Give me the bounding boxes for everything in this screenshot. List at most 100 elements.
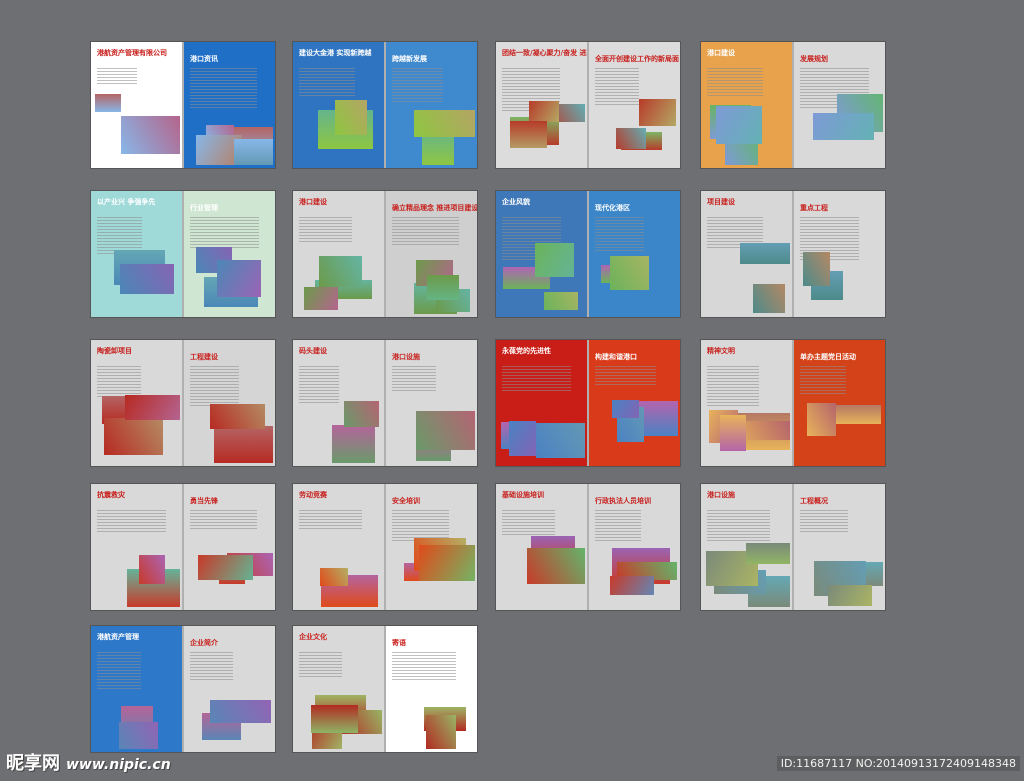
page-heading-left: 企业文化 (299, 633, 327, 641)
spread-gutter (792, 484, 794, 610)
brochure-spread: 港航资产管理 企业简介 (91, 626, 275, 752)
photo-placeholder (612, 400, 639, 418)
photo-placeholder (807, 403, 836, 436)
page-heading-right: 发展规划 (800, 55, 828, 63)
right-page: 勇当先锋 (184, 484, 275, 610)
photo-placeholder (217, 260, 261, 297)
body-text-block (392, 366, 436, 391)
spread-gutter (587, 191, 589, 317)
photo-placeholder (544, 292, 578, 310)
left-page: 基础设施培训 (496, 484, 587, 610)
photo-placeholder (746, 543, 790, 564)
photo-placeholder (304, 287, 338, 310)
brochure-spread: 码头建设 港口设施 (293, 340, 477, 466)
image-id-label: ID:11687117 NO:20140913172409148348 (776, 756, 1020, 771)
left-page: 劳动竞赛 (293, 484, 384, 610)
page-heading-right: 重点工程 (800, 204, 828, 212)
photo-placeholder (210, 700, 271, 723)
photo-placeholder (720, 415, 746, 451)
page-heading-right: 港口资讯 (190, 55, 218, 63)
spread-gutter (587, 340, 589, 466)
photo-placeholder (716, 106, 762, 144)
page-heading-left: 永葆党的先进性 (502, 347, 551, 355)
left-page: 抗震救灾 (91, 484, 182, 610)
photo-placeholder (121, 116, 180, 154)
photo-placeholder (104, 418, 163, 455)
page-heading-right: 跨越新发展 (392, 55, 427, 63)
body-text-block (190, 217, 259, 249)
photo-placeholder (414, 110, 475, 137)
photo-placeholder (509, 421, 536, 456)
page-heading-right: 确立精品理念 推进项目建设 (392, 204, 477, 212)
page-heading-left: 建设大金港 实现新跨越 (299, 49, 372, 57)
brochure-spread: 永葆党的先进性构建和谐港口 (496, 340, 680, 466)
left-page: 码头建设 (293, 340, 384, 466)
left-page: 企业风貌 (496, 191, 587, 317)
page-heading-left: 港口建设 (707, 49, 735, 57)
photo-placeholder (740, 243, 790, 264)
left-page: 港航资产管理有限公司 (91, 42, 182, 168)
photo-placeholder (125, 395, 180, 420)
photo-placeholder (813, 113, 874, 140)
photo-placeholder (198, 555, 253, 580)
right-page: 全面开创建设工作的新局面 (589, 42, 680, 168)
right-page: 构建和谐港口 (589, 340, 680, 466)
photo-placeholder (120, 264, 174, 294)
photo-placeholder (510, 121, 547, 148)
spread-gutter (182, 191, 184, 317)
body-text-block (707, 510, 770, 543)
spread-gutter (182, 484, 184, 610)
spread-gutter (587, 42, 589, 168)
photo-placeholder (610, 576, 654, 595)
page-heading-right: 工程概况 (800, 497, 828, 505)
left-page: 港口设施 (701, 484, 792, 610)
brochure-spread: 陶瓷卸项目 工程建设 (91, 340, 275, 466)
photo-placeholder (419, 545, 475, 581)
watermark-logo: 昵享网 (6, 753, 60, 774)
photo-placeholder (234, 139, 273, 165)
left-page: 建设大金港 实现新跨越 (293, 42, 384, 168)
right-page: 工程建设 (184, 340, 275, 466)
body-text-block (502, 366, 571, 391)
body-text-block (299, 652, 342, 679)
left-page: 企业文化 (293, 626, 384, 752)
right-page: 行政执法人员培训 (589, 484, 680, 610)
page-heading-right: 行政执法人员培训 (595, 497, 651, 505)
photo-placeholder (319, 256, 362, 287)
body-text-block (299, 510, 362, 530)
page-heading-right: 企业简介 (190, 639, 218, 647)
spread-gutter (384, 191, 386, 317)
brochure-spread: 基础设施培训 行政执法人员培训 (496, 484, 680, 610)
page-heading-right: 单办主题党日活动 (800, 353, 856, 361)
photo-placeholder (119, 722, 158, 749)
body-text-block (595, 68, 639, 107)
body-text-block (97, 652, 141, 689)
body-text-block (97, 217, 142, 254)
photo-placeholder (427, 275, 459, 300)
spread-gutter (792, 191, 794, 317)
spread-gutter (384, 626, 386, 752)
photo-placeholder (527, 548, 585, 584)
page-heading-right: 现代化港区 (595, 204, 630, 212)
page-heading-left: 港口设施 (707, 491, 735, 499)
body-text-block (800, 366, 846, 396)
brochure-spread: 港航资产管理有限公司 港口资讯 (91, 42, 275, 168)
left-page: 项目建设 (701, 191, 792, 317)
body-text-block (800, 510, 848, 532)
brochure-spread: 企业风貌 现代化港区 (496, 191, 680, 317)
page-heading-left: 以产业兴 争强争先 (97, 198, 156, 206)
body-text-block (299, 68, 355, 97)
body-text-block (392, 68, 443, 102)
brochure-spread: 抗震救灾 勇当先锋 (91, 484, 275, 610)
page-heading-right: 工程建设 (190, 353, 218, 361)
spread-gutter (792, 42, 794, 168)
brochure-spread: 以产业兴 争强争先 行业管理 (91, 191, 275, 317)
page-heading-right: 构建和谐港口 (595, 353, 637, 361)
photo-placeholder (529, 101, 559, 122)
brochure-spread: 港口建设发展规划 (701, 42, 885, 168)
left-page: 港口建设 (293, 191, 384, 317)
right-page: 行业管理 (184, 191, 275, 317)
brochure-spread: 港口建设 确立精品理念 推进项目建设 (293, 191, 477, 317)
left-page: 港航资产管理 (91, 626, 182, 752)
photo-placeholder (828, 585, 872, 606)
